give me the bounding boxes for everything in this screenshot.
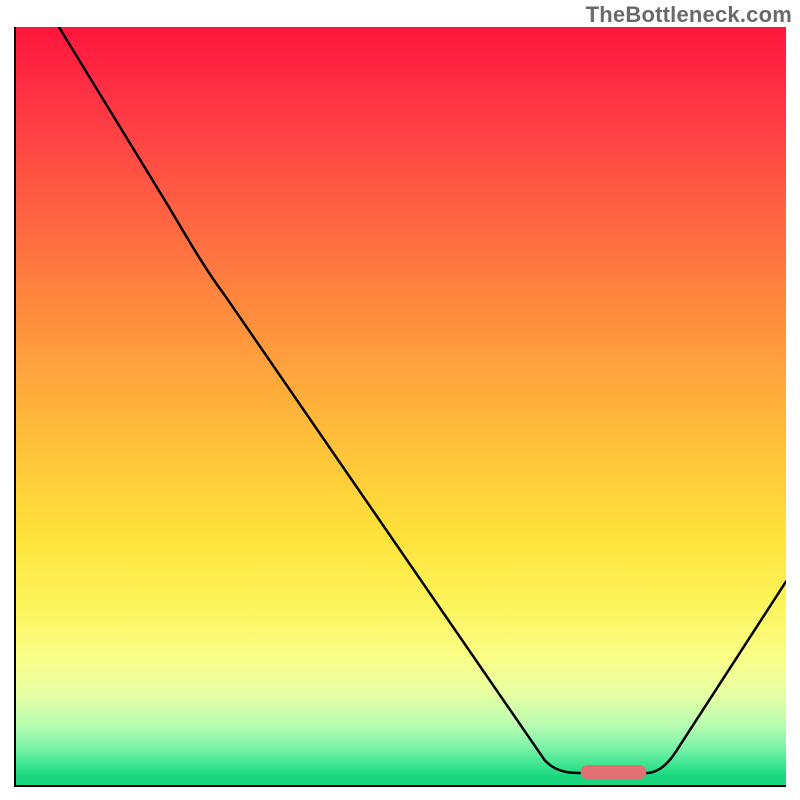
chart-container: TheBottleneck.com [0, 0, 800, 800]
curve-layer [16, 27, 786, 785]
optimal-marker [581, 765, 647, 779]
watermark-label: TheBottleneck.com [586, 2, 792, 28]
plot-area [14, 27, 786, 787]
bottleneck-curve [59, 27, 786, 773]
